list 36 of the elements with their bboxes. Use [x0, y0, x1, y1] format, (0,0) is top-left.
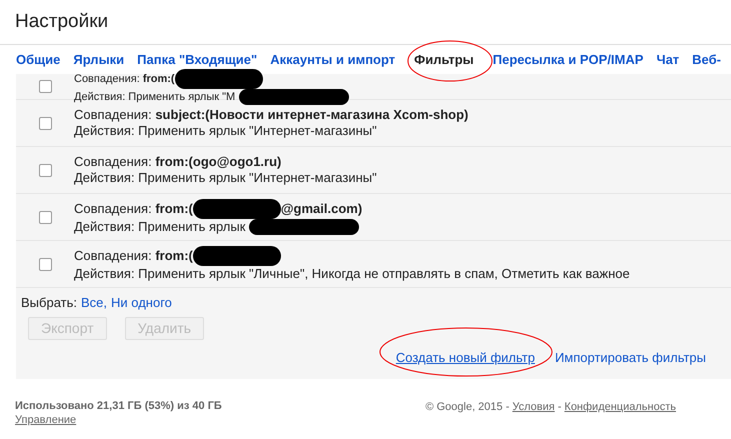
privacy-link[interactable]: Конфиденциальность [564, 399, 676, 416]
select-link[interactable]: Все, [80, 293, 107, 312]
filter-match: Совпадения: from:( [74, 201, 193, 217]
settings-tab[interactable]: Пересылка и POP/IMAP [492, 50, 644, 70]
filter-match-tail: @gmail.com) [280, 201, 362, 217]
filter-action: Действия: Применить ярлык "Личные", Никогда не отправлять в спам, Отметить как важное [74, 266, 630, 282]
checkbox[interactable] [38, 210, 52, 224]
settings-tab[interactable]: Аккаунты и импорт [270, 50, 396, 70]
storage-usage: Использовано 21,31 ГБ (53%) из 40 ГБ [15, 399, 222, 413]
create-filter-link[interactable]: Создать новый фильтр [396, 348, 535, 367]
filter-match: Совпадения: from:( [74, 72, 175, 86]
import-filters-link[interactable]: Импортировать фильтры [554, 348, 706, 367]
select-link[interactable]: Ни одного [111, 293, 172, 312]
settings-tab[interactable]: Фильтры [408, 50, 480, 70]
filter-match: Совпадения: subject:(Новости интернет-магазина Xcom-shop) [74, 107, 468, 123]
settings-tab[interactable]: Общие [16, 50, 60, 70]
settings-tab[interactable]: Чат [656, 50, 680, 70]
filter-action: Действия: Применить ярлык [74, 219, 246, 235]
terms-link[interactable]: Условия [512, 399, 555, 416]
filter-action: Действия: Применить ярлык "М [74, 90, 236, 104]
filter-action: Действия: Применить ярлык "Интернет-магазины" [74, 170, 377, 186]
checkbox[interactable] [38, 164, 52, 176]
select-label: Выбрать: [21, 294, 77, 312]
filter-match: Совпадения: from:(ogo@ogo1.ru) [74, 154, 282, 170]
settings-tab[interactable]: Папка "Входящие" [137, 50, 258, 70]
page-title: Настройки [14, 10, 110, 34]
checkbox[interactable] [38, 80, 52, 93]
filter-action: Действия: Применить ярлык "Интернет-магазины" [74, 123, 377, 139]
separator: - [558, 400, 562, 415]
checkbox[interactable] [38, 116, 52, 130]
manage-link[interactable]: Управление [15, 413, 222, 427]
filter-match: Совпадения: from:( [74, 248, 193, 264]
checkbox[interactable] [38, 258, 52, 270]
settings-tab[interactable]: Веб- [692, 50, 721, 70]
copyright: © Google, 2015 - [425, 400, 510, 415]
settings-tab[interactable]: Ярлыки [73, 50, 124, 70]
